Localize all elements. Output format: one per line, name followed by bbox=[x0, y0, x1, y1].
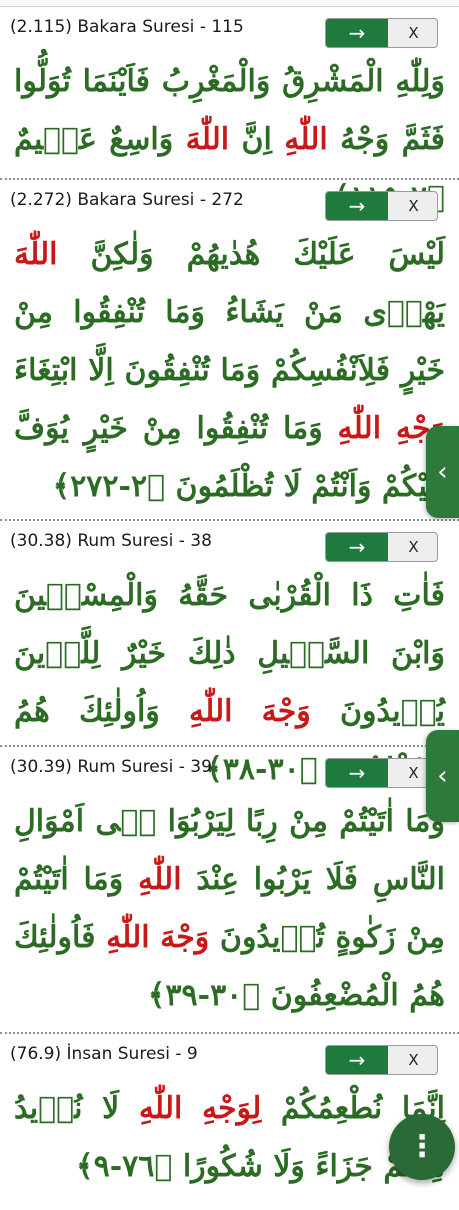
verse-header: (76.9) İnsan Suresi - 9 → X bbox=[0, 1034, 459, 1075]
verse-end-marker: ﴿٧٦-٩﴾ bbox=[76, 1149, 173, 1184]
verse-arabic-text: لَيْسَ عَلَيْكَ هُدٰيهُمْ وَلٰكِنَّ اللّ… bbox=[0, 220, 459, 530]
verse-card-30-39: (30.39) Rum Suresi - 39 → X وَمَا اٰتَيْ… bbox=[0, 747, 459, 1034]
verse-actions: → X bbox=[325, 532, 438, 562]
go-to-verse-button[interactable]: → bbox=[326, 19, 388, 47]
verse-end-marker: ﴿٢-٢٧٢﴾ bbox=[52, 469, 166, 504]
verse-list[interactable]: (2.115) Bakara Suresi - 115 → X وَلِلّٰه… bbox=[0, 7, 459, 1205]
verse-segment: وَاسِعٌ عَلٖيمٌ bbox=[14, 122, 186, 157]
verse-actions: → X bbox=[325, 18, 438, 48]
go-to-verse-button[interactable]: → bbox=[326, 1046, 388, 1074]
verse-reference: (30.39) Rum Suresi - 39 bbox=[10, 757, 212, 777]
side-drawer-handle-upper[interactable]: ‹ bbox=[426, 426, 459, 518]
verse-header: (2.272) Bakara Suresi - 272 → X bbox=[0, 180, 459, 221]
close-verse-button[interactable]: X bbox=[388, 533, 437, 561]
verse-actions: → X bbox=[325, 191, 438, 221]
verse-header: (30.38) Rum Suresi - 38 → X bbox=[0, 521, 459, 562]
verse-actions: → X bbox=[325, 1045, 438, 1075]
verse-segment: اِنَّ bbox=[229, 122, 285, 157]
verse-reference: (76.9) İnsan Suresi - 9 bbox=[10, 1044, 198, 1064]
allah-phrase: لِوَجْهِ اللّٰهِ bbox=[138, 1091, 262, 1126]
previous-card-edge bbox=[0, 0, 459, 7]
close-verse-button[interactable]: X bbox=[388, 19, 437, 47]
go-to-verse-button[interactable]: → bbox=[326, 759, 388, 787]
go-to-verse-button[interactable]: → bbox=[326, 533, 388, 561]
verse-arabic-text: وَمَا اٰتَيْتُمْ مِنْ رِبًا لِيَرْبُوَا … bbox=[0, 787, 459, 1039]
close-verse-button[interactable]: X bbox=[388, 1046, 437, 1074]
verse-card-2-272: (2.272) Bakara Suresi - 272 → X لَيْسَ ع… bbox=[0, 180, 459, 521]
verse-header: (2.115) Bakara Suresi - 115 → X bbox=[0, 7, 459, 48]
verse-segment: لَيْسَ عَلَيْكَ هُدٰيهُمْ وَلٰكِنَّ bbox=[57, 237, 445, 272]
allah-phrase: اللّٰهَ bbox=[14, 237, 58, 272]
verse-reference: (2.115) Bakara Suresi - 115 bbox=[10, 17, 244, 37]
allah-phrase: وَجْهَ اللّٰهِ bbox=[106, 920, 210, 955]
go-to-verse-button[interactable]: → bbox=[326, 192, 388, 220]
close-verse-button[interactable]: X bbox=[388, 192, 437, 220]
verse-reference: (2.272) Bakara Suresi - 272 bbox=[10, 190, 244, 210]
allah-phrase: اللّٰهِ bbox=[138, 862, 182, 897]
more-options-fab[interactable]: ⋮ bbox=[389, 1114, 455, 1180]
verse-actions: → X bbox=[325, 758, 438, 788]
verse-end-marker: ﴿٣٠-٣٩﴾ bbox=[147, 978, 261, 1013]
verse-header: (30.39) Rum Suresi - 39 → X bbox=[0, 747, 459, 788]
verse-card-30-38: (30.38) Rum Suresi - 38 → X فَاٰتِ ذَا ا… bbox=[0, 521, 459, 787]
side-drawer-handle-lower[interactable]: ‹ bbox=[426, 730, 459, 822]
verse-card-2-115: (2.115) Bakara Suresi - 115 → X وَلِلّٰه… bbox=[0, 7, 459, 215]
allah-phrase: اللّٰهَ bbox=[185, 122, 230, 157]
allah-phrase: اللّٰهِ bbox=[284, 122, 328, 157]
allah-phrase: وَجْهَ اللّٰهِ bbox=[188, 694, 311, 729]
verse-segment: يَهْدٖى مَنْ يَشَاءُ وَمَا تُنْفِقُوا مِ… bbox=[14, 295, 445, 388]
verse-reference: (30.38) Rum Suresi - 38 bbox=[10, 531, 212, 551]
verse-card-76-9: (76.9) İnsan Suresi - 9 → X اِنَّمَا نُط… bbox=[0, 1034, 459, 1205]
